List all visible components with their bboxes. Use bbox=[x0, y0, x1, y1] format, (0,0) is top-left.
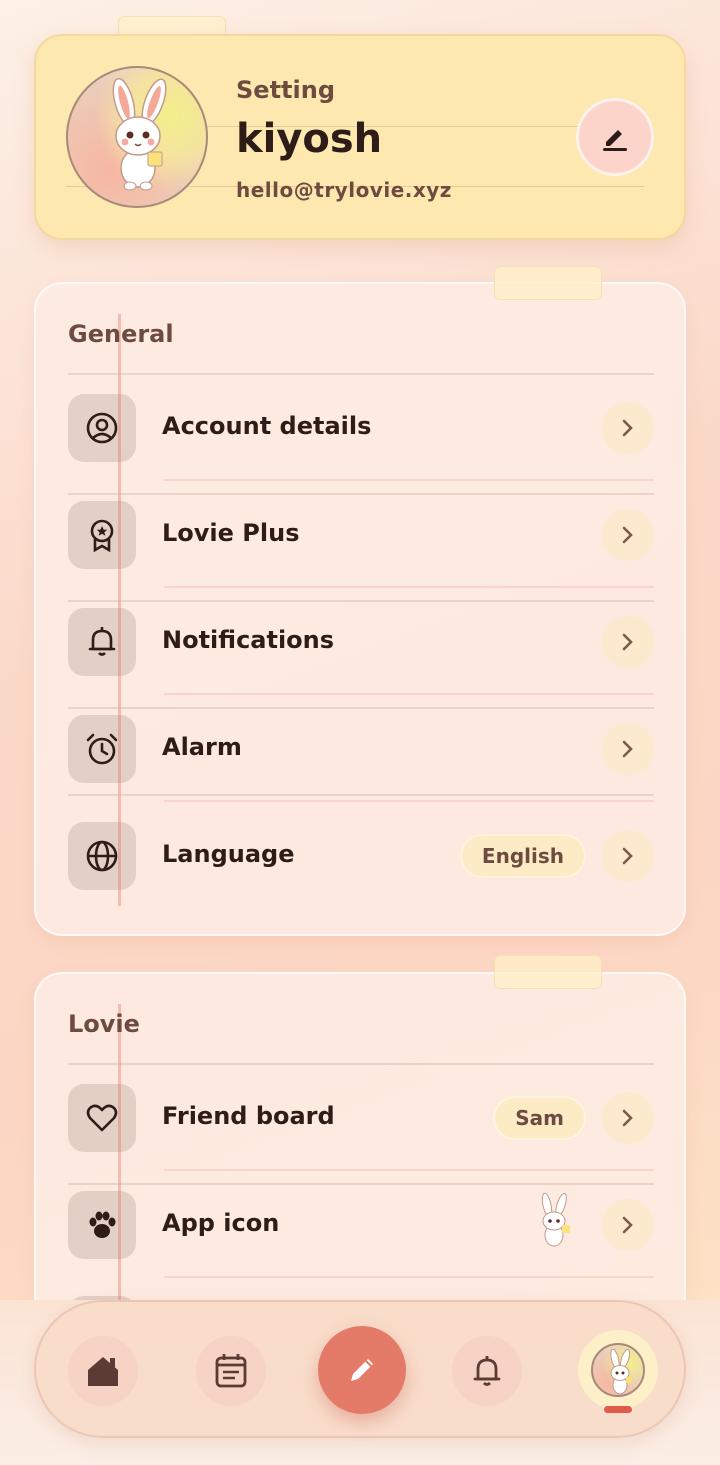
heart-icon bbox=[68, 1084, 136, 1152]
nav-journal-button[interactable] bbox=[196, 1336, 266, 1406]
row-label: Lovie Plus bbox=[162, 519, 300, 547]
divider bbox=[68, 794, 654, 796]
section-title: General bbox=[68, 320, 174, 348]
calendar-list-icon bbox=[215, 1354, 247, 1388]
chevron-right-icon[interactable] bbox=[602, 402, 654, 454]
divider bbox=[68, 373, 654, 375]
chevron-right-icon[interactable] bbox=[602, 830, 654, 882]
divider bbox=[164, 479, 654, 481]
profile-subtitle: Setting bbox=[236, 76, 335, 104]
language-value-badge: English bbox=[459, 834, 586, 878]
bell-icon bbox=[473, 1356, 501, 1386]
paw-icon bbox=[68, 1191, 136, 1259]
settings-row-friend-board[interactable]: Friend board Sam bbox=[36, 1066, 684, 1173]
chevron-right-icon[interactable] bbox=[602, 509, 654, 561]
home-icon bbox=[88, 1357, 118, 1386]
edit-profile-button[interactable] bbox=[576, 98, 654, 176]
nav-notifications-button[interactable] bbox=[452, 1336, 522, 1406]
bottom-nav bbox=[34, 1300, 686, 1438]
row-label: App icon bbox=[162, 1209, 280, 1237]
row-label: Language bbox=[162, 840, 295, 868]
tape-decoration bbox=[494, 266, 602, 300]
settings-row-app-icon[interactable]: App icon bbox=[36, 1173, 684, 1280]
settings-row-account-details[interactable]: Account details bbox=[36, 376, 684, 483]
divider bbox=[164, 1276, 654, 1278]
globe-icon bbox=[68, 822, 136, 890]
chevron-right-icon[interactable] bbox=[602, 723, 654, 775]
settings-row-alarm[interactable]: Alarm bbox=[36, 697, 684, 804]
divider bbox=[164, 586, 654, 588]
divider bbox=[164, 1169, 654, 1171]
award-ribbon-icon bbox=[68, 501, 136, 569]
divider bbox=[68, 1063, 654, 1065]
profile-card: Setting kiyosh hello@trylovie.xyz bbox=[34, 34, 686, 240]
chevron-right-icon[interactable] bbox=[602, 1092, 654, 1144]
nav-profile-button[interactable] bbox=[578, 1330, 658, 1410]
nav-home-button[interactable] bbox=[68, 1336, 138, 1406]
settings-row-lovie-plus[interactable]: Lovie Plus bbox=[36, 483, 684, 590]
bunny-illustration bbox=[112, 77, 167, 191]
profile-email: hello@trylovie.xyz bbox=[236, 178, 452, 202]
avatar[interactable] bbox=[66, 66, 208, 208]
general-section: General Account details Lovie Plus Notif… bbox=[34, 282, 686, 936]
row-label: Notifications bbox=[162, 626, 335, 654]
bunny-app-icon bbox=[530, 1191, 580, 1251]
chevron-right-icon[interactable] bbox=[602, 616, 654, 668]
settings-row-language[interactable]: Language English bbox=[36, 804, 684, 911]
row-label: Account details bbox=[162, 412, 372, 440]
row-label: Alarm bbox=[162, 733, 242, 761]
row-label: Friend board bbox=[162, 1102, 335, 1130]
settings-row-notifications[interactable]: Notifications bbox=[36, 590, 684, 697]
edit-icon bbox=[603, 130, 627, 151]
section-title: Lovie bbox=[68, 1010, 140, 1038]
alarm-clock-icon bbox=[68, 715, 136, 783]
pencil-icon bbox=[351, 1359, 373, 1381]
bell-icon bbox=[68, 608, 136, 676]
profile-name: kiyosh bbox=[236, 116, 383, 162]
active-tab-indicator bbox=[604, 1406, 632, 1413]
profile-avatar bbox=[591, 1343, 645, 1397]
compose-button[interactable] bbox=[318, 1326, 406, 1414]
chevron-right-icon[interactable] bbox=[602, 1199, 654, 1251]
divider bbox=[164, 693, 654, 695]
divider bbox=[164, 800, 654, 802]
friend-board-value-badge: Sam bbox=[493, 1096, 586, 1140]
tape-decoration bbox=[494, 955, 602, 989]
user-circle-icon bbox=[68, 394, 136, 462]
